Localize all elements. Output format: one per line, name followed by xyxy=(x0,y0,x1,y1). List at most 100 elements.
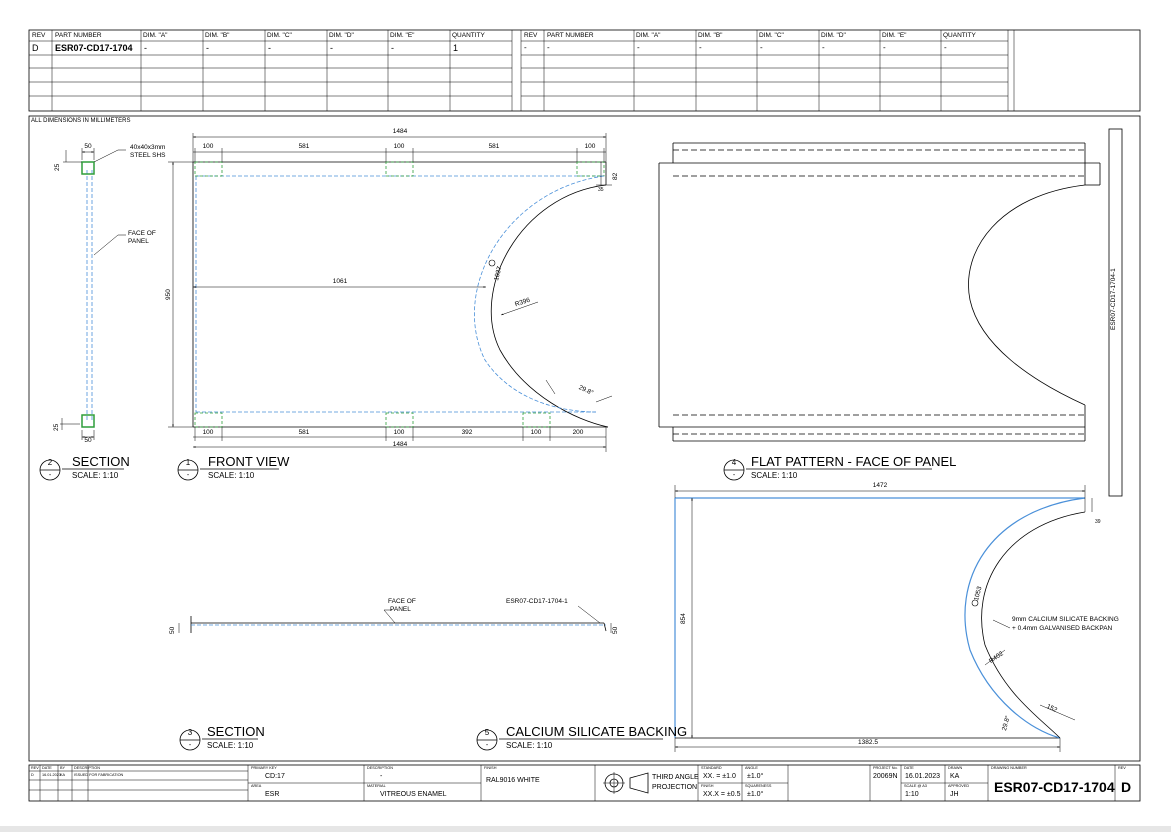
scale-label: SCALE @ A3 xyxy=(904,784,927,788)
shs-label-2: STEEL SHS xyxy=(130,152,166,159)
hdr-dim-d: DIM. "D" xyxy=(821,32,846,39)
by-col-label: BY xyxy=(60,766,66,770)
date-label: DATE xyxy=(904,766,914,770)
section2-geometry xyxy=(60,148,126,440)
view-marker-circles xyxy=(39,459,932,751)
cell-dim-b: - xyxy=(206,43,209,53)
cell-dim-e: - xyxy=(391,43,394,53)
cell-dim-d: - xyxy=(822,43,825,52)
finish-label: FINISH xyxy=(484,766,497,770)
rev-label: REV xyxy=(1118,766,1126,770)
dim-height: 854 xyxy=(680,613,687,624)
face-label-1: FACE OF xyxy=(388,598,416,605)
projection-symbol-icon xyxy=(603,772,649,794)
cell-rev: D xyxy=(32,43,39,53)
cell-quantity: - xyxy=(944,43,947,52)
scale-front: SCALE: 1:10 xyxy=(208,471,255,480)
hdr-dim-d: DIM. "D" xyxy=(329,32,354,39)
description-value: - xyxy=(380,773,383,780)
dim-bottom-seg-1: 100 xyxy=(202,429,214,436)
dim-bottom-seg-5: 100 xyxy=(530,429,542,436)
squareness-tol: ±1.0° xyxy=(747,791,764,798)
hdr-rev: REV xyxy=(524,32,538,39)
units-note: ALL DIMENSIONS IN MILLIMETERS xyxy=(31,118,131,124)
dim-overall-top: 1472 xyxy=(872,482,888,489)
tol-xxx: XX.X = ±0.5 xyxy=(703,791,741,798)
finish-value: RAL9016 WHITE xyxy=(486,777,540,784)
cell-dim-e: - xyxy=(883,43,886,52)
area-label: AREA xyxy=(251,784,262,788)
drawing-number-label: DRAWING NUMBER xyxy=(991,766,1027,770)
squareness-label: SQUARENESS xyxy=(745,784,772,788)
dim-top-seg-3: 100 xyxy=(393,143,405,150)
material-value: VITREOUS ENAMEL xyxy=(380,791,447,798)
cell-dim-b: - xyxy=(699,43,702,52)
cell-dim-c: - xyxy=(268,43,271,53)
flat-pattern-geometry xyxy=(658,128,1123,497)
hdr-dim-b: DIM. "B" xyxy=(698,32,723,39)
material-label: MATERIAL xyxy=(367,784,386,788)
rev-row-description: ISSUED FOR FABRICATION xyxy=(74,773,124,777)
marker-number-section2: 2 xyxy=(47,458,53,467)
hdr-dim-e: DIM. "E" xyxy=(390,32,415,39)
header-frame xyxy=(28,29,1141,112)
dim-top-width: 50 xyxy=(84,143,92,150)
shs-label-1: 40x40x3mm xyxy=(130,144,166,151)
dim-top-seg-1: 100 xyxy=(202,143,214,150)
rev-row-date: 16.01.2023 xyxy=(42,773,62,777)
marker-sub-section2: - xyxy=(48,472,52,479)
drawn-value: KA xyxy=(950,773,960,780)
scale-value: 1:10 xyxy=(905,791,919,798)
dim-bottom-offset: 25 xyxy=(53,423,60,431)
project-label: PROJECT No. xyxy=(873,766,898,770)
marker-sub-backing: - xyxy=(485,742,489,749)
projection-line-2: PROJECTION xyxy=(652,784,698,791)
dim-bottom-seg-2: 581 xyxy=(298,429,310,436)
dim-corner: 39 xyxy=(1095,519,1101,525)
cell-rev: - xyxy=(524,43,527,52)
marker-sub-section3: - xyxy=(188,742,192,749)
title-flat: FLAT PATTERN - FACE OF PANEL xyxy=(751,454,957,469)
title-section2: SECTION xyxy=(72,454,130,469)
marker-number-backing: 5 xyxy=(484,728,490,737)
drawing-linework xyxy=(28,29,1141,802)
cell-dim-d: - xyxy=(330,43,333,53)
dim-right-height: 50 xyxy=(612,626,619,634)
note-line-2: + 0.4mm GALVANISED BACKPAN xyxy=(1012,625,1113,632)
date-col-label: DATE xyxy=(42,766,52,770)
scale-flat: SCALE: 1:10 xyxy=(751,471,798,480)
dim-bottom-seg-3: 100 xyxy=(393,429,405,436)
dim-bottom-seg-6: 200 xyxy=(572,429,584,436)
dim-overall-top: 1484 xyxy=(392,128,408,135)
cell-part-number: ESR07-CD17-1704 xyxy=(55,43,133,53)
dim-top-seg-2: 581 xyxy=(298,143,310,150)
angle-label: ANGLE xyxy=(745,766,758,770)
cell-dim-a: - xyxy=(144,43,147,53)
hdr-dim-b: DIM. "B" xyxy=(205,32,230,39)
face-label-2: PANEL xyxy=(128,238,149,245)
rev-col-label: REV xyxy=(31,766,39,770)
drawing-sheet: REV PART NUMBER DIM. "A" DIM. "B" DIM. "… xyxy=(0,0,1171,832)
dim-bottom-width: 50 xyxy=(84,437,92,444)
scale-section3: SCALE: 1:10 xyxy=(207,741,254,750)
cell-dim-a: - xyxy=(637,43,640,52)
bottom-bar xyxy=(0,826,1171,832)
project-value: 20069N xyxy=(873,773,898,780)
hdr-dim-c: DIM. "C" xyxy=(267,32,292,39)
dim-left-height: 50 xyxy=(169,626,176,634)
cell-quantity: 1 xyxy=(453,43,459,53)
rev-row-by: KA xyxy=(60,773,66,777)
title-section3: SECTION xyxy=(207,724,265,739)
face-label-2: PANEL xyxy=(390,606,411,613)
approved-value: JH xyxy=(950,791,959,798)
dim-right-offset: 82 xyxy=(612,172,619,180)
scale-backing: SCALE: 1:10 xyxy=(506,741,553,750)
hdr-part-number: PART NUMBER xyxy=(547,32,594,39)
description-col-label: DESCRIPTION xyxy=(74,766,100,770)
description-label: DESCRIPTION xyxy=(367,766,393,770)
marker-number-flat: 4 xyxy=(731,458,737,467)
approved-label: APPROVED xyxy=(948,784,970,788)
scale-section2: SCALE: 1:10 xyxy=(72,471,119,480)
hdr-dim-e: DIM. "E" xyxy=(882,32,907,39)
hdr-part-number: PART NUMBER xyxy=(55,32,102,39)
